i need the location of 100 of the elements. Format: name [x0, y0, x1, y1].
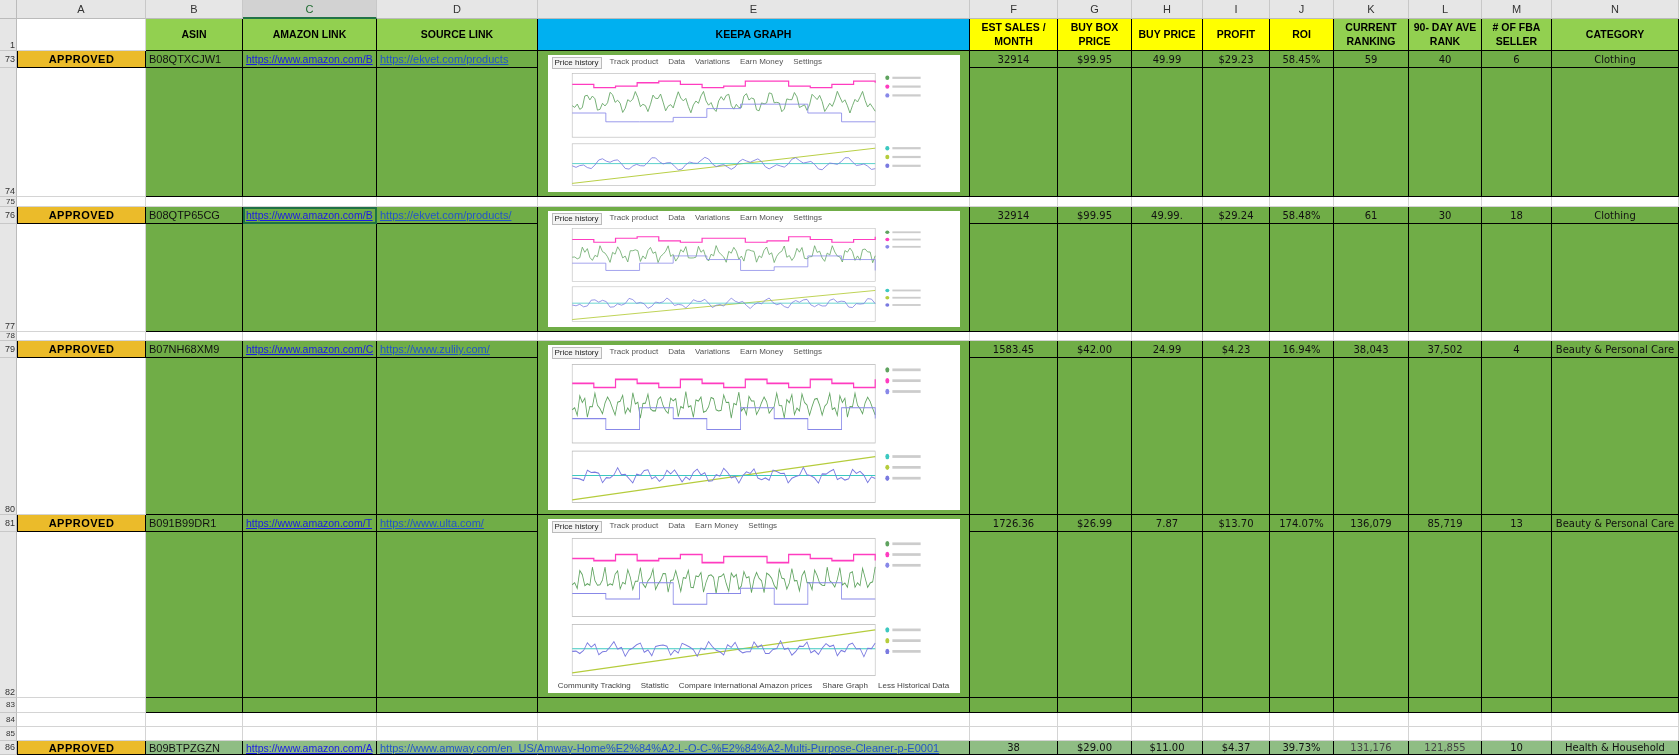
column-title: PROFIT: [1203, 19, 1270, 51]
row-number[interactable]: 84: [0, 713, 17, 727]
graph-footer-link[interactable]: Share Graph: [822, 681, 868, 691]
legend-entry[interactable]: [884, 453, 921, 460]
table-cell: 49.99: [1132, 51, 1203, 68]
legend-entry[interactable]: [884, 295, 921, 300]
graph-tab[interactable]: Data: [666, 213, 688, 225]
row-number[interactable]: 85: [0, 727, 17, 741]
graph-tab[interactable]: Price history: [551, 57, 602, 69]
graph-tab[interactable]: Price history: [551, 213, 602, 225]
graph-tab[interactable]: Track product: [607, 213, 661, 225]
column-header[interactable]: I: [1203, 0, 1270, 19]
row-number[interactable]: 83: [0, 698, 17, 713]
legend-entry[interactable]: [884, 541, 921, 547]
legend-entry[interactable]: [884, 637, 921, 644]
legend-entry[interactable]: [884, 146, 921, 151]
legend-entry[interactable]: [884, 154, 921, 160]
row-number[interactable]: 1: [0, 19, 17, 51]
asin-cell: B07NH68XM9: [146, 341, 243, 358]
row-number[interactable]: 79: [0, 341, 17, 358]
graph-tab[interactable]: Settings: [791, 347, 825, 359]
legend-entry[interactable]: [884, 303, 921, 307]
table-cell: 24.99: [1132, 341, 1203, 358]
legend-entry[interactable]: [884, 627, 921, 633]
legend-entry[interactable]: [884, 84, 921, 89]
graph-tab[interactable]: Price history: [551, 347, 602, 359]
column-header[interactable]: J: [1270, 0, 1334, 19]
legend-entry[interactable]: [884, 75, 921, 80]
legend-entry[interactable]: [884, 237, 921, 242]
table-cell: 6: [1482, 51, 1552, 68]
graph-tab[interactable]: Variations: [693, 57, 732, 69]
row-number[interactable]: 76: [0, 207, 17, 224]
table-cell: Beauty & Personal Care: [1552, 515, 1679, 532]
graph-tab[interactable]: Track product: [607, 521, 661, 533]
legend-entry[interactable]: [884, 475, 921, 481]
legend-entry[interactable]: [884, 648, 921, 655]
table-cell: 58.48%: [1270, 207, 1334, 224]
graph-tab[interactable]: Settings: [791, 213, 825, 225]
column-header[interactable]: E: [538, 0, 970, 19]
row-number[interactable]: 86: [0, 741, 17, 755]
graph-tab[interactable]: Track product: [607, 57, 661, 69]
table-cell: 59: [1334, 51, 1409, 68]
column-header[interactable]: F: [970, 0, 1058, 19]
legend-entry[interactable]: [884, 245, 921, 249]
legend-entry[interactable]: [884, 288, 921, 293]
graph-tab[interactable]: Earn Money: [738, 347, 786, 359]
graph-footer-link[interactable]: Less Historical Data: [878, 681, 950, 691]
legend-entry[interactable]: [884, 93, 921, 98]
column-title: SOURCE LINK: [377, 19, 538, 51]
table-cell: 32914: [970, 207, 1058, 224]
row-number[interactable]: 73: [0, 51, 17, 68]
graph-tab[interactable]: Earn Money: [738, 57, 786, 69]
graph-tab[interactable]: Data: [666, 521, 688, 533]
table-cell: 174.07%: [1270, 515, 1334, 532]
table-cell: 32914: [970, 51, 1058, 68]
graph-tab[interactable]: Earn Money: [738, 213, 786, 225]
row-number[interactable]: 81: [0, 515, 17, 532]
graph-tab[interactable]: Price history: [551, 521, 602, 533]
asin-cell: B091B99DR1: [146, 515, 243, 532]
graph-tab[interactable]: Variations: [693, 213, 732, 225]
column-header[interactable]: G: [1058, 0, 1132, 19]
graph-footer-link[interactable]: Statistic: [640, 681, 669, 691]
table-cell: $26.99: [1058, 515, 1132, 532]
graph-tab[interactable]: Data: [666, 347, 688, 359]
column-header[interactable]: N: [1552, 0, 1679, 19]
row-number[interactable]: 77: [0, 224, 17, 332]
row-number[interactable]: 80: [0, 358, 17, 515]
graph-tab[interactable]: Earn Money: [693, 521, 741, 533]
graph-tab[interactable]: Data: [666, 57, 688, 69]
graph-footer-link[interactable]: Community Tracking: [557, 681, 631, 691]
table-cell: 49.99.: [1132, 207, 1203, 224]
legend-entry[interactable]: [884, 163, 921, 168]
column-header[interactable]: M: [1482, 0, 1552, 19]
table-cell: 1583.45: [970, 341, 1058, 358]
legend-entry[interactable]: [884, 377, 921, 384]
legend-entry[interactable]: [884, 551, 921, 558]
column-header[interactable]: C: [243, 0, 377, 19]
graph-footer-link[interactable]: Compare international Amazon prices: [678, 681, 813, 691]
table-cell: $29.23: [1203, 51, 1270, 68]
legend-entry[interactable]: [884, 367, 921, 373]
legend-entry[interactable]: [884, 562, 921, 568]
column-header[interactable]: D: [377, 0, 538, 19]
row-number[interactable]: 74: [0, 68, 17, 197]
graph-tab[interactable]: Variations: [693, 347, 732, 359]
column-title: CURRENT RANKING: [1334, 19, 1409, 51]
graph-tab[interactable]: Settings: [791, 57, 825, 69]
row-number[interactable]: 82: [0, 532, 17, 698]
legend-entry[interactable]: [884, 388, 921, 395]
legend-entry[interactable]: [884, 230, 921, 235]
legend-entry[interactable]: [884, 464, 921, 471]
select-all-corner[interactable]: [0, 0, 17, 19]
status-label: APPROVED: [17, 741, 146, 755]
graph-tab[interactable]: Track product: [607, 347, 661, 359]
column-header[interactable]: H: [1132, 0, 1203, 19]
table-cell: Beauty & Personal Care: [1552, 341, 1679, 358]
column-header[interactable]: A: [17, 0, 146, 19]
table-cell: $11.00: [1132, 741, 1203, 755]
graph-tab[interactable]: Settings: [746, 521, 780, 533]
column-header[interactable]: K: [1334, 0, 1409, 19]
column-header[interactable]: B: [146, 0, 243, 19]
